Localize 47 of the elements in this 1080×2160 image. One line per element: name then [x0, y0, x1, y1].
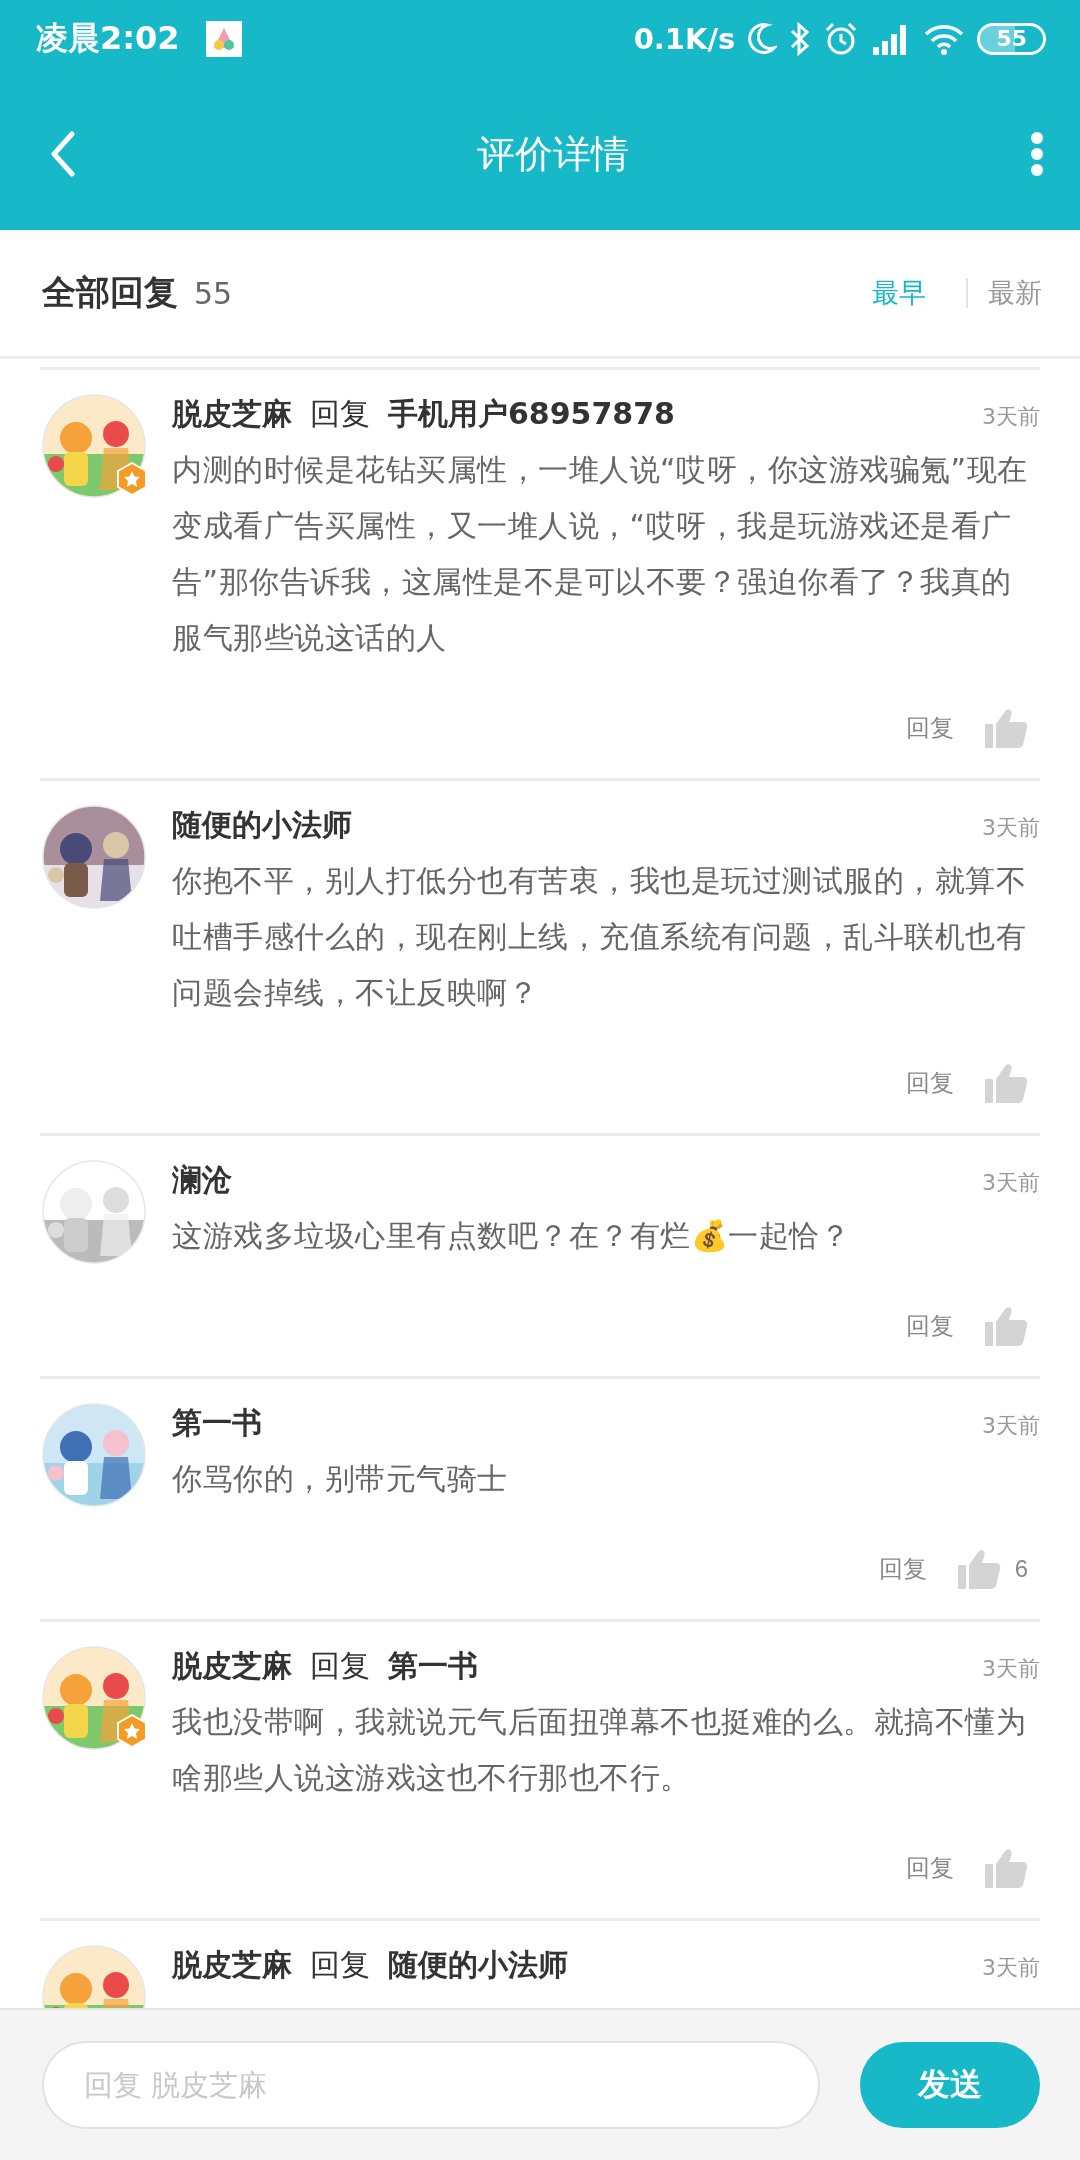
section-title: 全部回复: [42, 271, 178, 314]
comment-text: 内测的时候是花钻买属性，一堆人说“哎呀，你这游戏骗氪”现在变成看广告买属性，又一堆人说，“哎呀，我是玩游戏还是看广告”那你告诉我，这属性是不是可以不要？强迫你看了？我真的服气那些说这话的人: [172, 451, 1029, 657]
reply-count: 55: [194, 275, 233, 311]
reply-target-name[interactable]: 手机用户68957878: [388, 394, 675, 435]
reply-label: 回复: [310, 1946, 370, 1984]
comment-text: 你骂你的，别带元气骑士: [172, 1460, 509, 1498]
like-count: 6: [1014, 1555, 1028, 1583]
reply-target-name[interactable]: 随便的小法师: [388, 1945, 568, 1986]
comment-time: 3天前: [982, 403, 1040, 431]
reply-button[interactable]: 回复: [896, 1304, 964, 1348]
page-title: 评价详情: [476, 130, 630, 178]
comment-time: 3天前: [982, 814, 1040, 842]
reply-button[interactable]: 回复: [896, 1061, 964, 1105]
thumbs-up-icon: [956, 1547, 1001, 1591]
comment-text: 你抱不平，别人打低分也有苦衷，我也是玩过测试服的，就算不吐槽手感什么的，现在刚上线，充值系统有问题，乱斗联机也有问题会掉线，不让反映啊？: [172, 862, 1027, 1012]
battery-indicator: 55: [977, 23, 1046, 55]
like-button[interactable]: 6: [956, 1547, 1040, 1591]
author-name[interactable]: 澜沧: [172, 1160, 232, 1201]
reply-button[interactable]: 回复: [896, 706, 964, 750]
comment-text: 这游戏多垃圾心里有点数吧？在？有烂💰一起恰？: [172, 1217, 851, 1255]
reply-button[interactable]: 回复: [896, 1846, 964, 1890]
thumbs-up-icon: [984, 1061, 1028, 1105]
reply-label: 回复: [310, 395, 370, 433]
reply-label: 回复: [310, 1647, 370, 1685]
comment-time: 3天前: [982, 1169, 1040, 1197]
back-icon: [50, 131, 76, 177]
author-name[interactable]: 脱皮芝麻: [172, 1646, 292, 1687]
comment-text: 我也没带啊，我就说元气后面扭弹幕不也挺难的么。就搞不懂为啥那些人说这游戏这也不行那也不行。: [172, 1703, 1027, 1797]
comment-time: 3天前: [982, 1655, 1040, 1683]
network-speed: 0.1K/s: [633, 22, 736, 56]
app-icon: [205, 21, 242, 57]
wifi-icon: [923, 22, 966, 56]
reply-target-name[interactable]: 第一书: [388, 1646, 478, 1687]
more-icon: [1030, 131, 1044, 177]
moon-icon: [747, 22, 778, 56]
author-name[interactable]: 脱皮芝麻: [172, 394, 292, 435]
status-time: 凌晨2:02: [36, 18, 180, 59]
thumbs-up-icon: [984, 706, 1028, 750]
author-name[interactable]: 脱皮芝麻: [172, 1945, 292, 1986]
author-name[interactable]: 随便的小法师: [172, 805, 352, 846]
thumbs-up-icon: [984, 1846, 1028, 1890]
comment-time: 3天前: [982, 1954, 1040, 1982]
author-name[interactable]: 第一书: [172, 1403, 262, 1444]
comment-time: 3天前: [982, 1412, 1040, 1440]
thumbs-up-icon: [984, 1304, 1028, 1348]
reply-button[interactable]: 回复: [868, 1547, 937, 1591]
bluetooth-icon: [789, 21, 812, 57]
